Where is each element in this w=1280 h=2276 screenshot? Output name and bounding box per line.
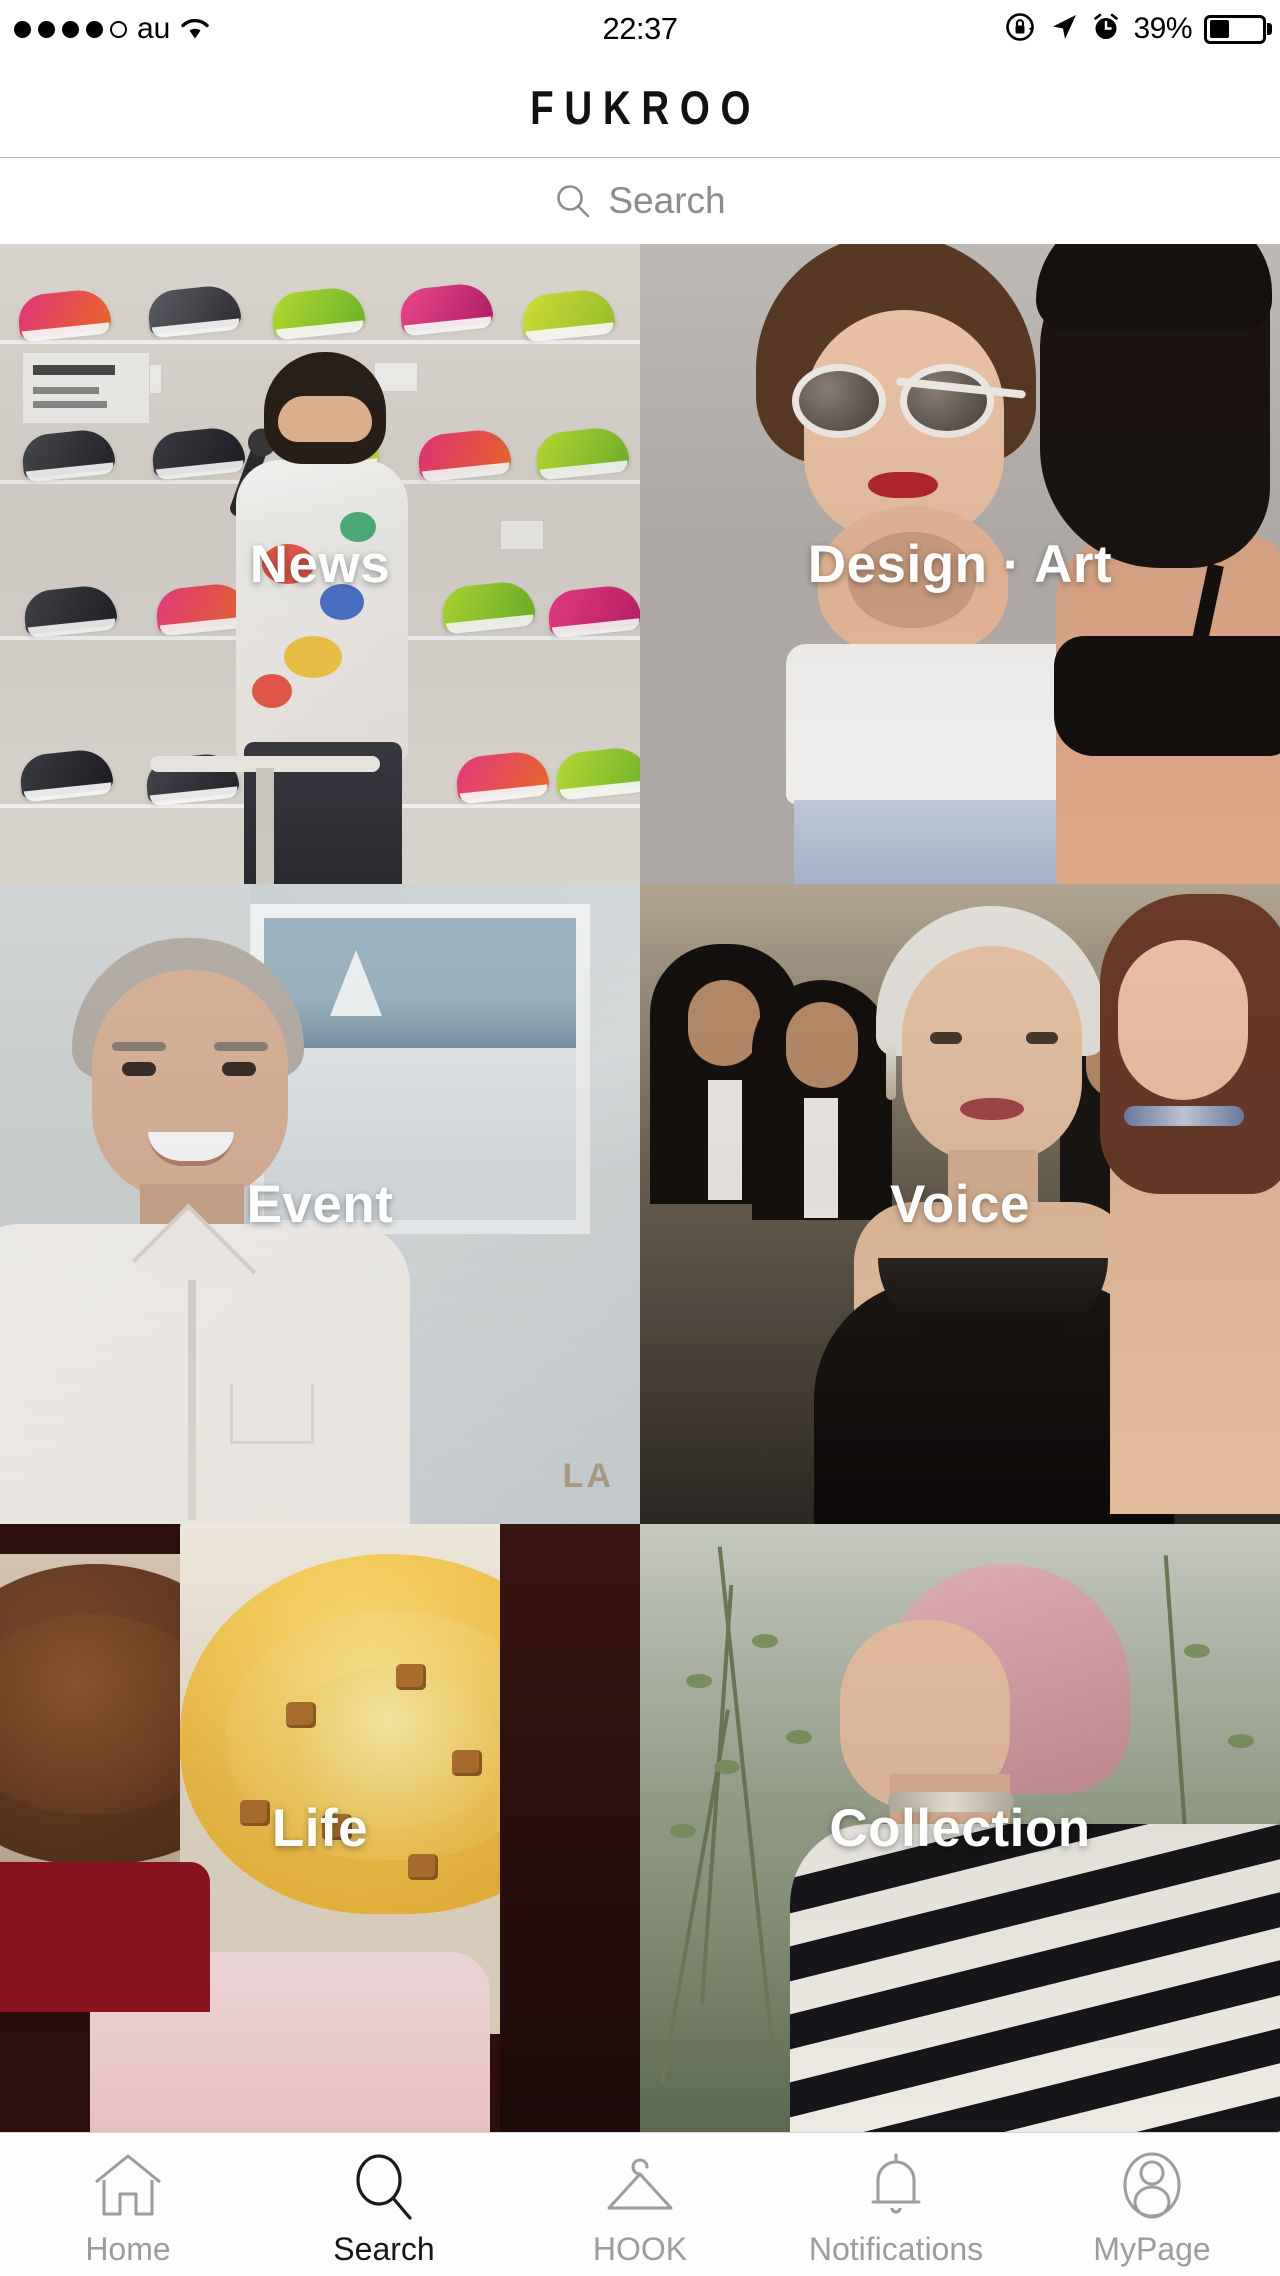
category-tile-design-art[interactable]: Design · Art (640, 244, 1280, 884)
app-header: FUKROO (0, 58, 1280, 158)
battery-icon (1204, 14, 1266, 44)
tab-home[interactable]: Home (0, 2149, 256, 2268)
tile-label: Voice (890, 1174, 1030, 1234)
tab-search[interactable]: Search (256, 2149, 512, 2268)
tile-label: Design · Art (807, 534, 1113, 594)
tab-hook[interactable]: HOOK (512, 2149, 768, 2268)
category-grid: News Design · Art Event Voice Life Colle… (0, 244, 1280, 2132)
tab-mypage[interactable]: MyPage (1024, 2149, 1280, 2268)
category-tile-event[interactable]: LA Event (0, 884, 640, 1524)
category-tile-voice[interactable]: Voice (640, 884, 1280, 1524)
app-screen: au 22:37 39% FUKROO Search News Design ·… (0, 0, 1280, 2276)
home-icon (92, 2149, 164, 2223)
category-tile-collection[interactable]: Collection (640, 1524, 1280, 2132)
person-circle-icon (1116, 2149, 1188, 2223)
status-bar: au 22:37 39% (0, 0, 1280, 58)
alarm-clock-icon (1091, 12, 1121, 47)
rotation-lock-icon (1005, 11, 1037, 48)
clothes-hanger-icon (601, 2149, 679, 2223)
battery-percent-label: 39% (1133, 12, 1192, 45)
tile-label: Collection (829, 1798, 1091, 1858)
tab-label: Notifications (808, 2231, 984, 2267)
category-tile-life[interactable]: Life (0, 1524, 640, 2132)
tile-label: Event (246, 1174, 394, 1234)
tab-notifications[interactable]: Notifications (768, 2149, 1024, 2268)
search-input[interactable]: Search (608, 180, 725, 222)
tab-label: HOOK (592, 2231, 688, 2267)
category-tile-news[interactable]: News (0, 244, 640, 884)
tab-label: MyPage (1093, 2231, 1211, 2267)
battery-fill (1209, 20, 1230, 38)
location-arrow-icon (1049, 12, 1079, 47)
status-bar-right: 39% (1005, 11, 1266, 48)
search-bar[interactable]: Search (0, 158, 1280, 244)
search-icon (554, 182, 592, 220)
app-logo: FUKROO (529, 81, 761, 134)
search-icon (348, 2149, 420, 2223)
bottom-tab-bar: Home Search HOOK Notifications MyPage (0, 2132, 1280, 2276)
tab-label: Search (333, 2231, 435, 2267)
tile-label: News (249, 534, 391, 594)
tile-label: Life (271, 1798, 369, 1858)
tab-label: Home (85, 2231, 171, 2267)
bell-icon (860, 2149, 932, 2223)
